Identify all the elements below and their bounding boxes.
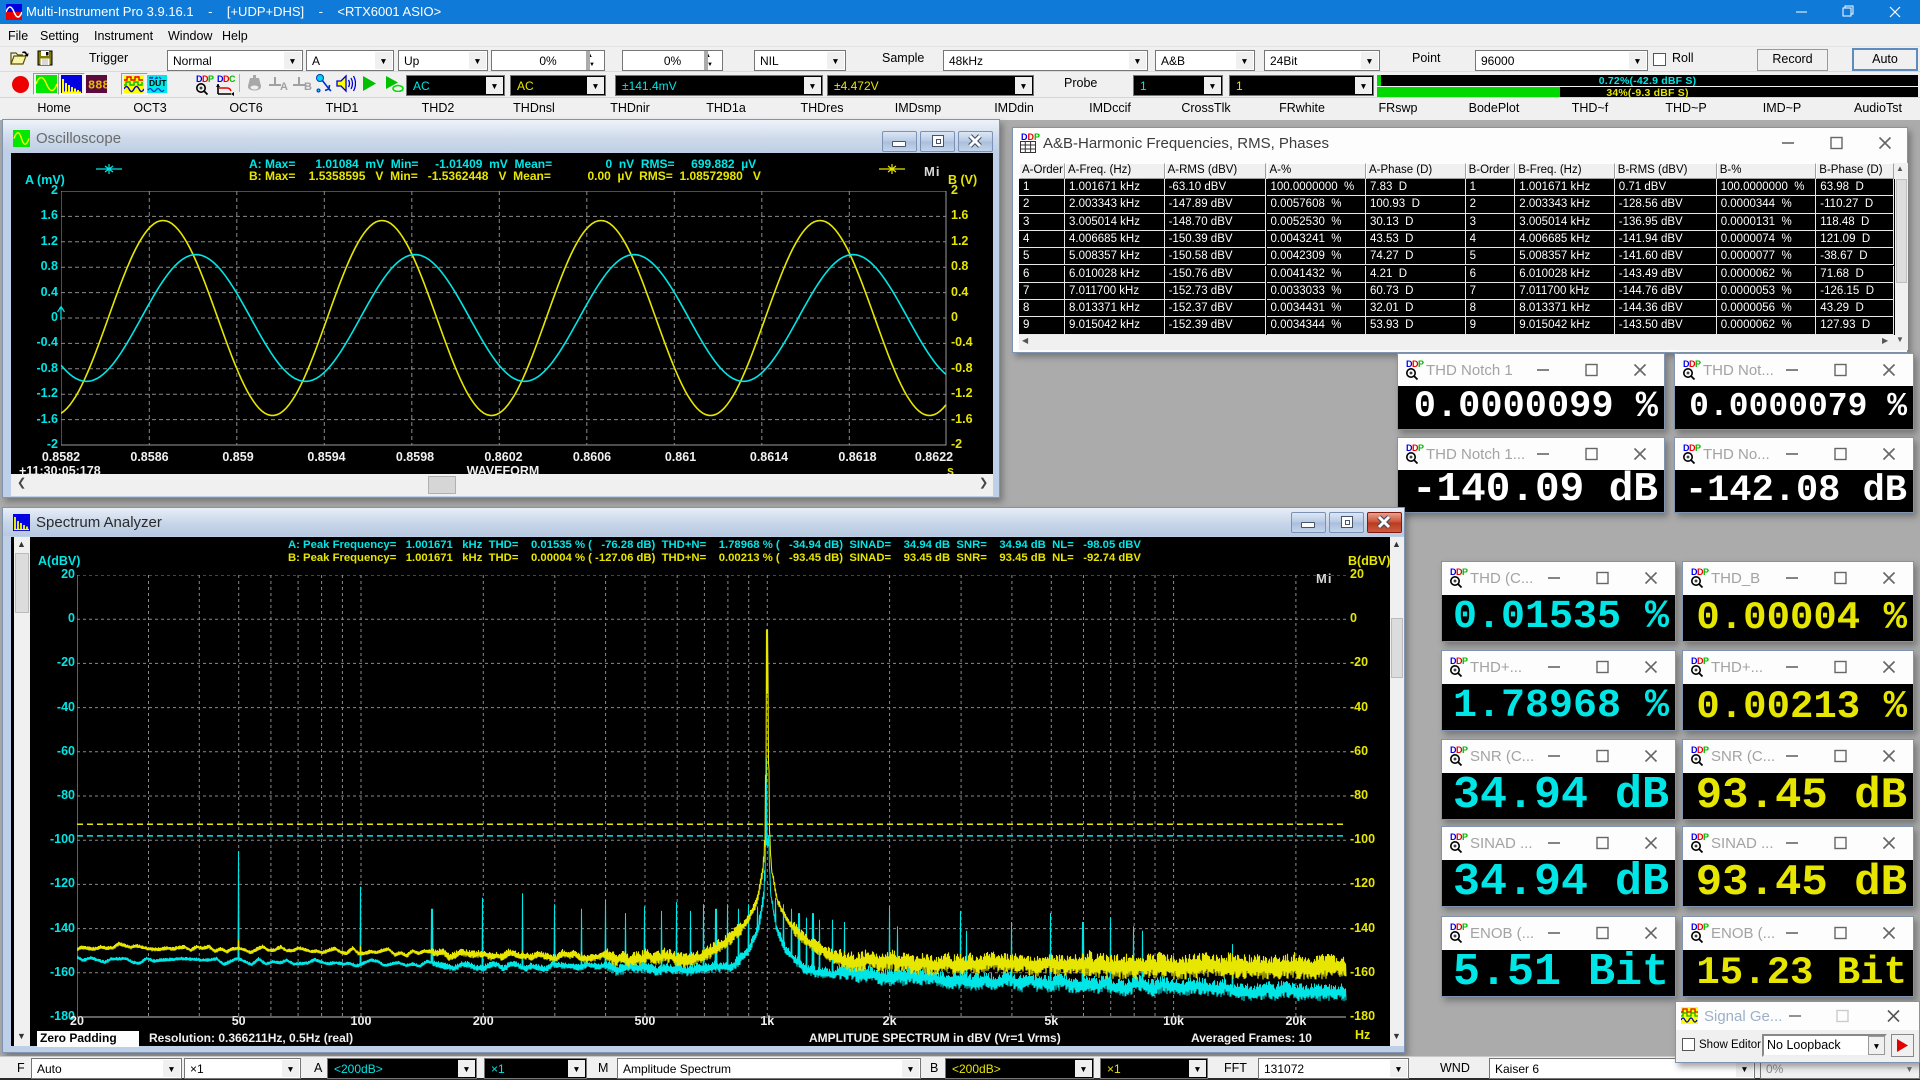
svg-text:888: 888 (88, 79, 107, 93)
svg-text:DUT: DUT (149, 78, 167, 88)
svg-text:B: B (304, 81, 312, 92)
svg-text:A: A (280, 81, 288, 92)
